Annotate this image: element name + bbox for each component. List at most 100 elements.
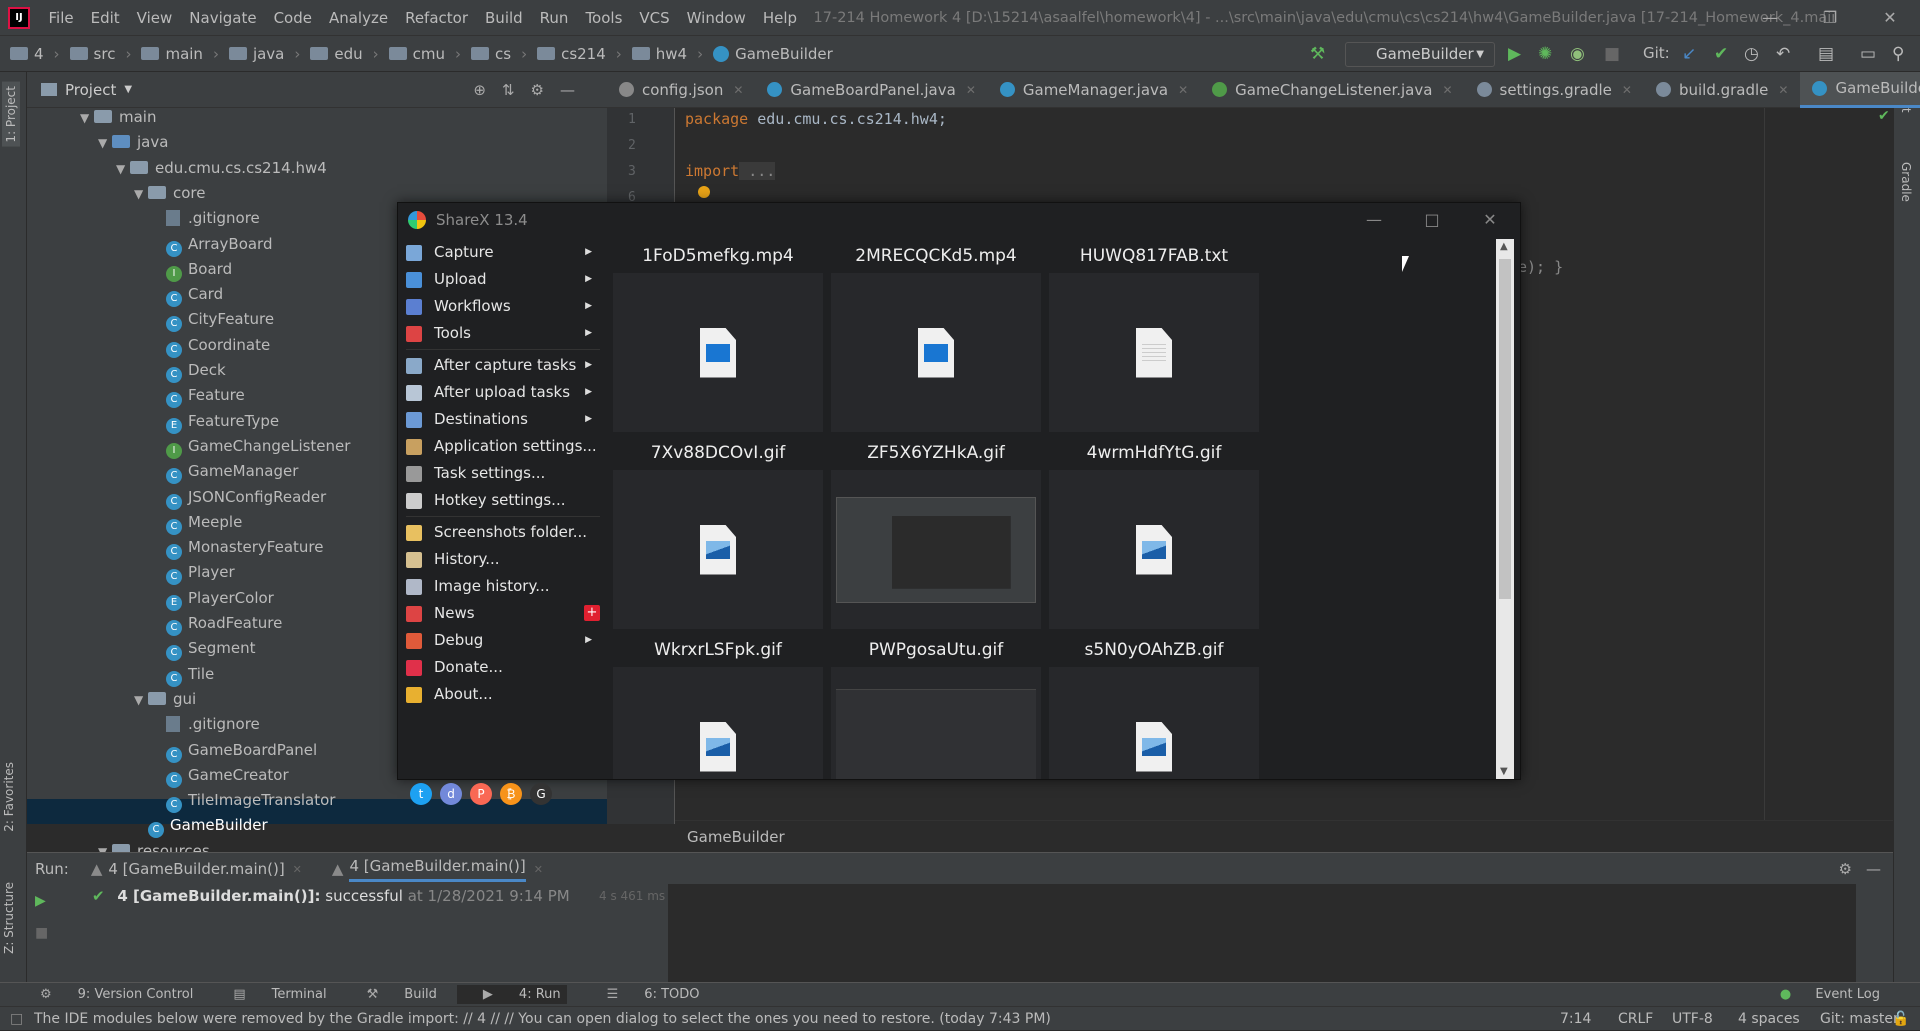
tool-window-button[interactable]: ☰ 6: TODO [587,987,700,1002]
run-config-select[interactable]: GameBuilder ▼ [1345,42,1495,67]
sharex-menu-workflows[interactable]: Workflows ▶ [406,293,600,320]
minimize-icon[interactable]: — [1740,0,1800,36]
file-encoding[interactable]: UTF-8 [1672,1007,1713,1031]
tree-item[interactable]: C Coordinate [152,333,270,358]
file-card[interactable]: s5N0yOAhZB.gif [1049,633,1259,779]
build-hammer-icon[interactable]: ⚒ [1310,44,1325,64]
menu-tools[interactable]: Tools [577,9,631,27]
sharex-menu-image-history[interactable]: Image history... [406,573,600,600]
sharex-titlebar[interactable]: ShareX 13.4 — □ ✕ [398,203,1520,237]
tree-item[interactable]: C Feature [152,383,245,409]
twitter-icon[interactable]: t [410,783,432,805]
run-icon[interactable]: ▶ [1508,44,1521,64]
expand-arrow-icon[interactable]: ▼ [134,688,148,713]
inspection-ok-icon[interactable]: ✔ [1878,108,1890,124]
tree-item[interactable]: E FeatureType [152,409,279,434]
tree-item[interactable]: C Deck [152,358,226,383]
editor-tab[interactable]: GameBoardPanel.java ✕ [755,72,987,108]
file-card[interactable]: ZF5X6YZHkA.gif [831,436,1041,629]
tree-item[interactable]: C GameCreator [152,763,289,788]
menu-window[interactable]: Window [678,9,754,27]
close-tab-icon[interactable]: ✕ [1442,83,1452,97]
sharex-maximize-icon[interactable]: □ [1402,203,1462,237]
status-message[interactable]: The IDE modules below were removed by th… [34,1007,1214,1031]
breadcrumb-item[interactable]: src › [69,45,131,63]
tree-item[interactable]: C GameBuilder [134,813,268,839]
breadcrumb-item[interactable]: cmu › [388,45,461,63]
file-card[interactable]: 1FoD5mefkg.mp4 [613,239,823,432]
tree-item[interactable]: ▼ gui [134,687,196,712]
file-card[interactable]: HUWQ817FAB.txt [1049,239,1259,432]
tree-item[interactable]: C CityFeature [152,307,274,333]
panel-actions[interactable]: ⊕⇅⚙— [473,81,591,99]
menu-analyze[interactable]: Analyze [320,9,396,27]
gradle-tool-tab[interactable]: Gradle [1899,162,1913,202]
sharex-menu-hotkey-settings[interactable]: Hotkey settings... [406,487,600,514]
menu-build[interactable]: Build [477,9,532,27]
tree-item[interactable]: C Meeple [152,510,242,535]
menu-navigate[interactable]: Navigate [181,9,265,27]
tree-item[interactable]: ▼ core [134,181,206,206]
menu-vcs[interactable]: VCS [631,9,678,27]
run-console[interactable] [668,884,1856,982]
file-card[interactable]: WkrxrLSFpk.gif [613,633,823,779]
maximize-icon[interactable]: ❐ [1800,0,1860,36]
code-line[interactable]: import ... [685,162,776,180]
sharex-menu-after-upload-tasks[interactable]: After upload tasks ▶ [406,379,600,406]
sharex-minimize-icon[interactable]: — [1344,203,1404,237]
run-tab[interactable]: 4 [GameBuilder.main()] [108,860,284,878]
breadcrumb-item[interactable]: 4 › [10,45,60,63]
line-separator[interactable]: CRLF [1618,1007,1653,1031]
expand-arrow-icon[interactable]: ▼ [116,157,130,182]
git-update-icon[interactable]: ↙ [1682,44,1696,64]
editor-tab[interactable]: GameChangeListener.java ✕ [1200,72,1464,108]
sharex-menu-news[interactable]: News + [406,600,600,627]
sharex-menu-screenshots-folder[interactable]: Screenshots folder... [406,519,600,546]
favorites-tool-tab[interactable]: 2: Favorites [2,762,16,832]
git-commit-icon[interactable]: ✔ [1714,44,1728,64]
sharex-menu-destinations[interactable]: Destinations ▶ [406,406,600,433]
project-structure-icon[interactable]: ▤ [1818,44,1834,64]
sharex-menu-after-capture-tasks[interactable]: After capture tasks ▶ [406,352,600,379]
history-icon[interactable]: ◷ [1744,44,1759,64]
tool-window-button[interactable]: ▤ Terminal [213,987,326,1002]
close-tab-icon[interactable]: ✕ [534,863,543,876]
tree-item[interactable]: C RoadFeature [152,611,282,636]
event-log-button[interactable]: ● Event Log [1760,987,1880,1002]
tree-item[interactable]: E PlayerColor [152,586,274,611]
scroll-down-icon[interactable]: ▼ [1500,766,1508,777]
code-line[interactable]: package edu.cmu.cs.cs214.hw4; [685,110,947,128]
menu-file[interactable]: File [40,9,82,27]
sharex-menu-capture[interactable]: Capture ▶ [406,239,600,266]
sharex-menu-application-settings[interactable]: Application settings... [406,433,600,460]
breadcrumb-item[interactable]: java › [228,45,300,63]
close-tab-icon[interactable]: ✕ [733,83,743,97]
tree-item[interactable]: I GameChangeListener [152,434,350,459]
sharex-scrollbar[interactable]: ▲ ▼ [1496,239,1514,779]
editor-tab[interactable]: settings.gradle ✕ [1465,72,1644,108]
tool-window-button[interactable]: ⚒ Build [347,987,437,1002]
breadcrumb-item[interactable]: cs › [471,45,527,63]
editor-tab[interactable]: config.json ✕ [607,72,755,108]
sharex-menu-upload[interactable]: Upload ▶ [406,266,600,293]
file-card[interactable]: PWPgosaUtu.gif [831,633,1041,779]
breadcrumb-item[interactable]: GameBuilder [713,45,833,63]
tree-item[interactable]: C Card [152,282,223,308]
sharex-menu-history[interactable]: History... [406,546,600,573]
tree-item[interactable]: ▼ java [98,130,168,155]
stop-icon[interactable]: ■ [1604,44,1620,64]
lightbulb-icon[interactable] [698,186,710,198]
tool-window-button[interactable]: ▶ 4: Run [456,985,567,1004]
caret-position[interactable]: 7:14 [1560,1007,1591,1031]
expand-arrow-icon[interactable]: ▼ [134,182,148,207]
tree-item[interactable]: C MonasteryFeature [152,535,323,561]
structure-tool-tab[interactable]: Z: Structure [2,882,16,954]
close-tab-icon[interactable]: ✕ [293,863,302,876]
breadcrumb-item[interactable]: edu › [310,45,379,63]
search-icon[interactable]: ⚲ [1892,44,1904,64]
close-icon[interactable]: ✕ [1860,0,1920,36]
menu-run[interactable]: Run [531,9,577,27]
tool-window-button[interactable]: ⚙ 9: Version Control [20,987,193,1002]
sharex-menu-tools[interactable]: Tools ▶ [406,320,600,347]
file-card[interactable]: 7Xv88DCOvI.gif [613,436,823,629]
